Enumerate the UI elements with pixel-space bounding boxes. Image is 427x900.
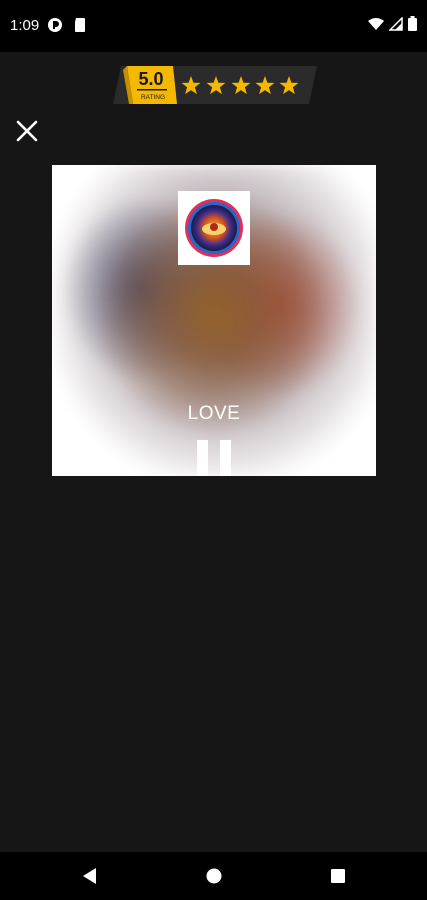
- status-bar: 1:09: [0, 0, 427, 52]
- wifi-icon: [368, 17, 384, 30]
- cell-signal-icon: [389, 16, 403, 31]
- battery-icon: [408, 16, 417, 31]
- navigation-bar: [0, 852, 427, 900]
- rating-score: 5.0: [138, 69, 163, 89]
- home-icon[interactable]: [202, 864, 226, 888]
- status-time: 1:09: [10, 17, 40, 34]
- station-logo-image: [185, 199, 243, 257]
- pause-icon-bar-right: [220, 440, 231, 476]
- close-icon[interactable]: [12, 116, 42, 146]
- player-card: LOVE: [52, 165, 376, 476]
- song-title: LOVE: [187, 403, 241, 424]
- sd-card-icon: [75, 18, 85, 32]
- station-logo: [178, 191, 250, 265]
- rating-label: RATING: [141, 94, 165, 101]
- pause-icon-bar-left: [197, 440, 208, 476]
- status-right-icons: [368, 16, 417, 31]
- app-notification-icon: [48, 18, 62, 32]
- pause-button[interactable]: [197, 440, 231, 476]
- player-screen: 1:09 5.0 RATING LOVE: [0, 0, 427, 900]
- back-icon[interactable]: [78, 864, 102, 888]
- rating-badge: 5.0 RATING: [113, 66, 317, 104]
- recents-icon[interactable]: [326, 864, 350, 888]
